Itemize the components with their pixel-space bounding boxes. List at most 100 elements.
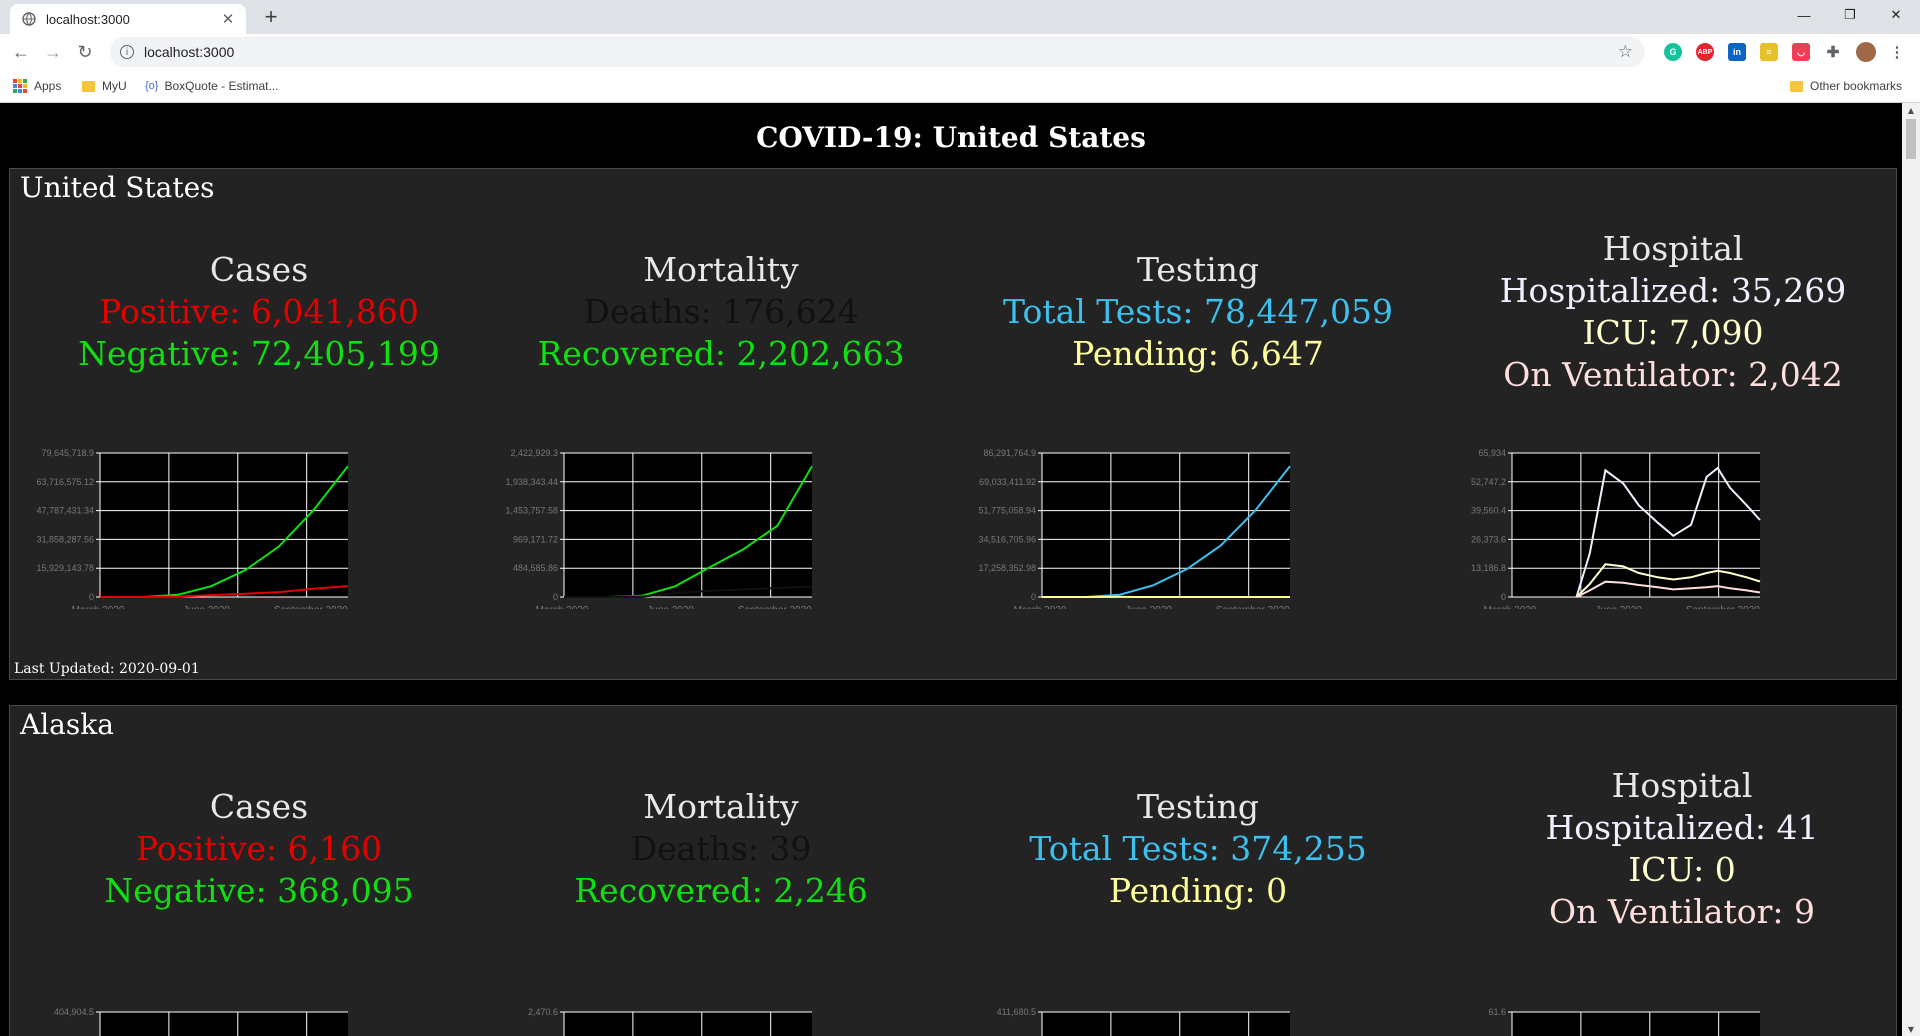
browser-tab[interactable]: localhost:3000 ✕ <box>10 4 246 34</box>
panel-heading: Mortality <box>643 787 799 826</box>
browser-toolbar: ← → ↻ i localhost:3000 ☆ G ABP in ≡ ◡ ✚ … <box>0 34 1920 70</box>
icu-stat: ICU: 7,090 <box>1582 313 1764 352</box>
y-tick-label: 484,585.86 <box>513 563 558 573</box>
panel-heading: Mortality <box>643 250 799 289</box>
y-tick-label: 86,291,764.9 <box>983 449 1036 458</box>
scrollbar-thumb[interactable] <box>1906 119 1916 159</box>
deaths-stat: Deaths: 39 <box>630 829 812 868</box>
tab-close-icon[interactable]: ✕ <box>218 10 238 28</box>
panel-heading: Testing <box>1136 787 1260 826</box>
x-tick-label: June 2020 <box>1125 605 1172 609</box>
x-tick-label: June 2020 <box>647 605 694 609</box>
minimize-button[interactable]: — <box>1782 0 1826 30</box>
x-tick-label: September 2020 <box>274 605 348 609</box>
panel-heading: Cases <box>209 787 309 826</box>
mortality-panel: Mortality Deaths: 39 Recovered: 2,246 <box>485 786 957 912</box>
bookmark-boxquote[interactable]: {o} BoxQuote - Estimat... <box>145 77 279 95</box>
plot-area <box>564 453 812 597</box>
y-tick-label: 17,258,352.98 <box>978 563 1036 573</box>
pending-stat: Pending: 0 <box>1108 871 1288 910</box>
x-tick-label: June 2020 <box>183 605 230 609</box>
bookmark-label: Other bookmarks <box>1810 79 1903 93</box>
hospitalized-stat: Hospitalized: 35,269 <box>1499 271 1847 310</box>
y-tick-label: 0 <box>89 592 94 602</box>
y-tick-label: 0 <box>1031 592 1036 602</box>
positive-stat: Positive: 6,041,860 <box>99 292 419 331</box>
profile-avatar[interactable] <box>1856 42 1876 62</box>
y-tick-label: 2,470.6 <box>528 1007 558 1017</box>
menu-kebab-icon[interactable]: ⋮ <box>1888 43 1906 61</box>
deaths-stat: Deaths: 176,624 <box>583 292 859 331</box>
linkedin-icon[interactable]: in <box>1728 43 1746 61</box>
cases-panel: Cases Positive: 6,041,860 Negative: 72,4… <box>23 249 495 375</box>
globe-icon <box>22 12 36 26</box>
negative-stat: Negative: 72,405,199 <box>78 334 440 373</box>
vertical-scrollbar[interactable]: ▲ ▼ <box>1902 103 1920 1036</box>
state-card-alaska: Alaska Cases Positive: 6,160 Negative: 3… <box>9 705 1897 1036</box>
puzzle-extensions-icon[interactable]: ✚ <box>1824 43 1842 61</box>
positive-stat: Positive: 6,160 <box>135 829 383 868</box>
hospital-panel: Hospital Hospitalized: 35,269 ICU: 7,090… <box>1437 228 1902 396</box>
y-tick-label: 411,680.5 <box>997 1007 1036 1017</box>
bookmark-apps[interactable]: Apps <box>13 77 61 95</box>
site-info-icon[interactable]: i <box>120 45 134 59</box>
ventilator-stat: On Ventilator: 2,042 <box>1503 355 1843 394</box>
close-window-button[interactable]: ✕ <box>1874 0 1918 30</box>
folder-icon <box>1790 80 1803 92</box>
y-tick-label: 1,938,343.44 <box>505 477 558 487</box>
ventilator-stat: On Ventilator: 9 <box>1549 892 1815 931</box>
scroll-down-arrow-icon[interactable]: ▼ <box>1902 1022 1920 1036</box>
bookmark-star-icon[interactable]: ☆ <box>1618 42 1633 62</box>
y-tick-label: 61.6 <box>1488 1007 1506 1017</box>
forward-arrow-icon[interactable]: → <box>41 40 65 64</box>
y-tick-label: 31,858,287.56 <box>36 534 94 544</box>
state-name: Alaska <box>20 708 114 741</box>
address-bar[interactable]: i localhost:3000 ☆ <box>110 37 1645 67</box>
testing-panel: Testing Total Tests: 374,255 Pending: 0 <box>962 786 1434 912</box>
y-tick-label: 52,747.2 <box>1471 477 1506 487</box>
extension-icon[interactable]: ≡ <box>1760 43 1778 61</box>
x-tick-label: March 2020 <box>72 605 125 609</box>
pocket-icon[interactable]: ◡ <box>1792 43 1810 61</box>
y-tick-label: 69,033,411.92 <box>979 477 1036 487</box>
bookmark-label: MyU <box>102 79 127 93</box>
plot-area <box>1042 453 1290 597</box>
y-tick-label: 26,373.6 <box>1471 534 1506 544</box>
restore-button[interactable]: ❐ <box>1828 0 1872 30</box>
y-tick-label: 969,171.72 <box>513 534 558 544</box>
mortality-chart: 2,422,929.3 1,938,343.44 1,453,757.58 969,1… <box>505 449 813 609</box>
new-tab-button[interactable]: + <box>258 4 284 30</box>
y-tick-label: 2,422,929.3 <box>510 449 558 458</box>
plot-area <box>564 1012 812 1036</box>
y-tick-label: 39,560.4 <box>1471 506 1506 516</box>
grammarly-icon[interactable]: G <box>1664 43 1682 61</box>
scroll-up-arrow-icon[interactable]: ▲ <box>1902 103 1920 117</box>
adblock-plus-icon[interactable]: ABP <box>1696 43 1714 61</box>
bookmark-myu[interactable]: MyU <box>82 77 127 95</box>
y-tick-label: 51,775,058.94 <box>978 506 1036 516</box>
y-tick-label: 1,453,757.58 <box>505 506 558 516</box>
bookmark-label: BoxQuote - Estimat... <box>164 79 279 93</box>
y-tick-label: 15,929,143.78 <box>36 563 94 573</box>
recovered-stat: Recovered: 2,246 <box>574 871 868 910</box>
reload-icon[interactable]: ↻ <box>73 40 97 64</box>
y-tick-label: 63,716,575.12 <box>36 477 94 487</box>
other-bookmarks[interactable]: Other bookmarks <box>1790 77 1902 95</box>
alaska-hospital-chart: 61.6 <box>1488 1007 1760 1036</box>
cases-panel: Cases Positive: 6,160 Negative: 368,095 <box>23 786 495 912</box>
cases-chart: 79,645,718.9 63,716,575.12 47,787,431.34 31… <box>36 449 349 609</box>
page-title: COVID-19: United States <box>756 121 1146 154</box>
x-tick-label: September 2020 <box>738 605 812 609</box>
panel-heading: Hospital <box>1611 766 1753 805</box>
plot-area <box>1042 1012 1290 1036</box>
back-arrow-icon[interactable]: ← <box>9 40 33 64</box>
y-tick-label: 65,934 <box>1478 449 1506 458</box>
boxquote-icon: {o} <box>145 80 159 92</box>
plot-area <box>1512 1012 1760 1036</box>
mortality-panel: Mortality Deaths: 176,624 Recovered: 2,2… <box>485 249 957 375</box>
bookmark-label: Apps <box>34 79 62 93</box>
page-content[interactable]: COVID-19: United States United States Ca… <box>0 103 1902 1036</box>
alaska-mortality-chart: 2,470.6 <box>528 1007 812 1036</box>
plot-area <box>100 1012 348 1036</box>
y-tick-label: 47,787,431.34 <box>36 506 94 516</box>
